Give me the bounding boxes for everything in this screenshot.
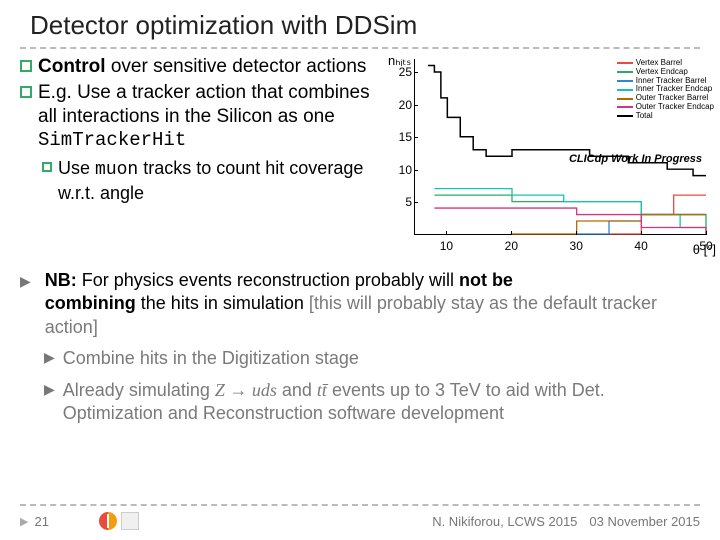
- subbullet-pre: Use: [58, 158, 95, 178]
- chart-wip-label: CLICdp Work In Progress: [569, 153, 702, 165]
- arrow-icon: ▶: [20, 273, 31, 339]
- nhits-chart: nₕᵢₜₛ CLICdp Work In Progress: [384, 55, 716, 255]
- divider-top: [20, 47, 700, 49]
- bullet-control: Control over sensitive detector actions: [20, 55, 378, 79]
- nb-text-1: For physics events reconstruction probab…: [77, 270, 459, 290]
- nb-label: NB:: [45, 270, 77, 290]
- logo-circle-icon: [99, 512, 117, 530]
- checkbox-icon: [42, 162, 52, 172]
- chart-legend: Vertex BarrelVertex EndcapInner Tracker …: [617, 59, 714, 121]
- page-number: 21: [34, 514, 48, 529]
- indent-combine: ▶ Combine hits in the Digitization stage: [44, 347, 700, 370]
- indent-combine-text: Combine hits in the Digitization stage: [63, 347, 359, 370]
- nb-text-2: the hits in simulation: [136, 293, 304, 313]
- indent-simulating: ▶ Already simulating Z → uds and tt̄ eve…: [44, 379, 700, 426]
- nb-combining: combining: [45, 293, 136, 313]
- arrow-icon: ▶: [44, 349, 55, 370]
- bullet-control-lead: Control: [38, 56, 106, 77]
- indent-txt-a: Already simulating: [63, 380, 215, 400]
- subbullet-muon: Use muon tracks to count hit coverage w.…: [42, 157, 378, 204]
- arrow-icon: ▶: [44, 381, 55, 426]
- footer: ▶ 21 N. Nikiforou, LCWS 2015 03 November…: [20, 504, 700, 530]
- divider-bottom: [20, 504, 700, 506]
- arrow-icon: ▶: [20, 515, 28, 528]
- footer-logos: [99, 512, 139, 530]
- page-title: Detector optimization with DDSim: [20, 8, 700, 47]
- indent-math-1: Z → uds: [215, 380, 277, 400]
- checkbox-icon: [20, 60, 32, 72]
- nb-notbe: not be: [459, 270, 513, 290]
- nb-paragraph: NB: For physics events reconstruction pr…: [39, 269, 700, 339]
- indent-math-2: tt̄: [317, 380, 327, 400]
- bullet-control-rest: over sensitive detector actions: [106, 56, 367, 77]
- subbullet-mono: muon: [95, 160, 138, 180]
- bullet-eg-text: E.g. Use a tracker action that combines …: [38, 82, 370, 127]
- bullet-eg: E.g. Use a tracker action that combines …: [20, 81, 378, 153]
- footer-date: 03 November 2015: [589, 514, 700, 529]
- checkbox-icon: [20, 86, 32, 98]
- footer-center: N. Nikiforou, LCWS 2015: [432, 514, 577, 529]
- logo-square-icon: [121, 512, 139, 530]
- bullet-eg-mono: SimTrackerHit: [38, 129, 186, 151]
- indent-txt-b: and: [277, 380, 317, 400]
